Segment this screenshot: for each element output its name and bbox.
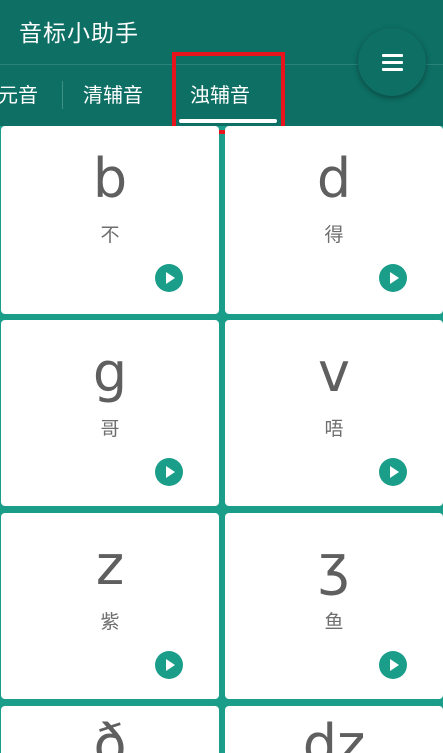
tab-divider [62,81,63,109]
menu-button[interactable] [358,28,426,96]
play-button[interactable] [155,458,183,486]
tab-voiced-consonants[interactable]: 浊辅音 [190,79,250,108]
phonetic-card[interactable]: z 紫 [1,513,219,699]
play-icon [166,659,175,671]
play-icon [390,272,399,284]
phonetic-symbol: b [92,147,128,210]
phonetic-symbol: v [318,341,350,404]
phonetic-symbol: d [316,147,352,210]
phonetic-card[interactable]: g 哥 [1,320,219,506]
phonetic-symbol: dz [302,713,366,753]
phonetic-symbol: ʒ [318,534,350,597]
pronunciation-hint: 鱼 [324,611,344,633]
phonetic-card[interactable]: ð [1,706,219,753]
pronunciation-hint: 唔 [324,418,344,440]
play-icon [390,466,399,478]
pronunciation-hint: 不 [100,224,120,246]
phonetic-card[interactable]: d 得 [225,126,443,314]
play-button[interactable] [379,651,407,679]
play-icon [166,466,175,478]
phonetic-card[interactable]: ʒ 鱼 [225,513,443,699]
play-button[interactable] [379,264,407,292]
phonetic-symbol: g [92,341,128,404]
play-button[interactable] [155,651,183,679]
play-icon [390,659,399,671]
phonetic-symbol: z [95,534,125,597]
tab-vowels[interactable]: 元音 [0,79,38,108]
pronunciation-hint: 得 [324,224,344,246]
play-icon [166,272,175,284]
phonetic-grid: b 不 d 得 g 哥 v 唔 z 紫 ʒ 鱼 ð dz [0,126,443,753]
phonetic-symbol: ð [93,713,127,753]
pronunciation-hint: 哥 [100,418,120,440]
play-button[interactable] [379,458,407,486]
phonetic-card[interactable]: b 不 [1,126,219,314]
play-button[interactable] [155,264,183,292]
phonetic-card[interactable]: v 唔 [225,320,443,506]
tab-voiceless-consonants[interactable]: 清辅音 [83,79,143,108]
tab-indicator [179,119,277,123]
phonetic-card[interactable]: dz [225,706,443,753]
pronunciation-hint: 紫 [100,611,120,633]
app-title: 音标小助手 [19,21,139,47]
